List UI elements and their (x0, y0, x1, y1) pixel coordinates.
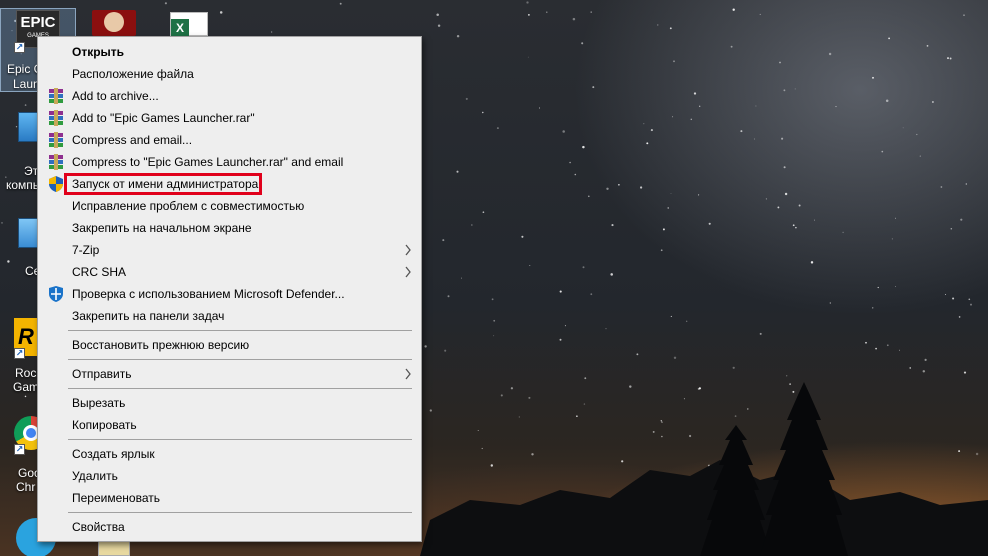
computer-monitor-icon (18, 112, 38, 142)
menu-item-7zip[interactable]: 7-Zip (40, 239, 419, 261)
menu-item-add-to-rar[interactable]: Add to "Epic Games Launcher.rar" (40, 107, 419, 129)
menu-item-pin-start[interactable]: Закрепить на начальном экране (40, 217, 419, 239)
menu-separator (68, 439, 412, 440)
menu-separator (68, 512, 412, 513)
network-icon (18, 218, 38, 248)
menu-item-label: Add to archive... (72, 89, 159, 103)
uac-shield-icon (49, 176, 63, 192)
menu-item-troubleshoot-compat[interactable]: Исправление проблем с совместимостью (40, 195, 419, 217)
context-menu: Открыть Расположение файла Add to archiv… (37, 36, 422, 542)
menu-item-label: Add to "Epic Games Launcher.rar" (72, 111, 255, 125)
epic-logo-text: EPIC (20, 14, 56, 31)
menu-item-label: Восстановить прежнюю версию (72, 338, 250, 352)
chevron-right-icon (405, 244, 411, 256)
desktop-icon-label: Roc (15, 366, 37, 380)
menu-item-label: Копировать (72, 418, 137, 432)
menu-item-compress-email[interactable]: Compress and email... (40, 129, 419, 151)
winrar-icon (49, 110, 63, 126)
winrar-icon (49, 154, 63, 170)
menu-item-copy[interactable]: Копировать (40, 414, 419, 436)
menu-separator (68, 359, 412, 360)
winrar-icon (49, 132, 63, 148)
menu-item-label: Исправление проблем с совместимостью (72, 199, 305, 213)
shortcut-arrow-icon: ↗ (14, 444, 25, 455)
menu-item-crc-sha[interactable]: CRC SHA (40, 261, 419, 283)
menu-item-open[interactable]: Открыть (40, 41, 419, 63)
menu-item-defender-scan[interactable]: Проверка с использованием Microsoft Defe… (40, 283, 419, 305)
desktop-icon-label: Chr (16, 480, 36, 494)
menu-item-cut[interactable]: Вырезать (40, 392, 419, 414)
excel-file-icon[interactable]: X (170, 12, 208, 37)
menu-item-label: Закрепить на панели задач (72, 309, 225, 323)
pine-tree-right (760, 382, 848, 556)
menu-item-label: Создать ярлык (72, 447, 155, 461)
menu-item-send-to[interactable]: Отправить (40, 363, 419, 385)
menu-item-label: Расположение файла (72, 67, 194, 81)
defender-icon (49, 286, 63, 302)
folder-file-icon[interactable] (98, 540, 130, 556)
menu-item-restore-previous[interactable]: Восстановить прежнюю версию (40, 334, 419, 356)
menu-item-delete[interactable]: Удалить (40, 465, 419, 487)
menu-item-label: Compress and email... (72, 133, 193, 147)
menu-item-create-shortcut[interactable]: Создать ярлык (40, 443, 419, 465)
menu-item-label: Вырезать (72, 396, 126, 410)
red-annotation-highlight (64, 173, 262, 195)
menu-item-properties[interactable]: Свойства (40, 516, 419, 538)
menu-item-label: Проверка с использованием Microsoft Defe… (72, 287, 345, 301)
shortcut-arrow-icon: ↗ (14, 42, 25, 53)
menu-separator (68, 330, 412, 331)
desktop-icon-label: Эт (24, 164, 39, 178)
menu-item-label: Переименовать (72, 491, 160, 505)
winrar-icon (49, 88, 63, 104)
chevron-right-icon (405, 368, 411, 380)
menu-item-label: 7-Zip (72, 243, 100, 257)
menu-separator (68, 388, 412, 389)
menu-item-label: Закрепить на начальном экране (72, 221, 252, 235)
menu-item-label: Удалить (72, 469, 118, 483)
menu-item-compress-rar-email[interactable]: Compress to "Epic Games Launcher.rar" an… (40, 151, 419, 173)
menu-item-label: Compress to "Epic Games Launcher.rar" an… (72, 155, 344, 169)
menu-item-label: Свойства (72, 520, 125, 534)
desktop-icon-label: Gam (13, 380, 40, 394)
menu-item-label: Отправить (72, 367, 132, 381)
menu-item-pin-taskbar[interactable]: Закрепить на панели задач (40, 305, 419, 327)
shortcut-arrow-icon: ↗ (14, 348, 25, 359)
chevron-right-icon (405, 266, 411, 278)
menu-item-rename[interactable]: Переименовать (40, 487, 419, 509)
menu-item-label: CRC SHA (72, 265, 127, 279)
menu-item-file-location[interactable]: Расположение файла (40, 63, 419, 85)
menu-item-add-to-archive[interactable]: Add to archive... (40, 85, 419, 107)
red-dead-redemption-icon[interactable] (92, 10, 136, 36)
desktop-icon-label: компь (6, 178, 40, 192)
menu-item-label: Открыть (72, 45, 125, 59)
